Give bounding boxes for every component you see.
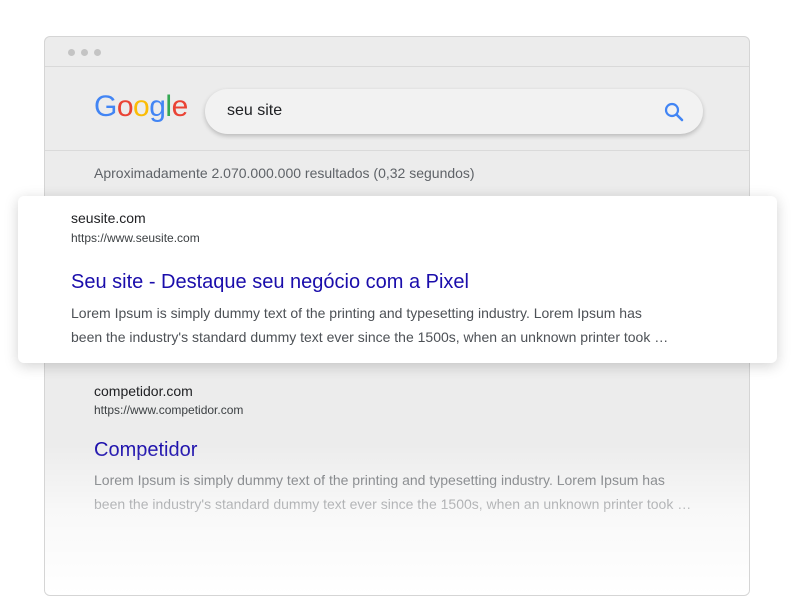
result-snippet: Lorem Ipsum is simply dummy text of the … (71, 301, 731, 349)
search-icon[interactable] (663, 101, 685, 123)
logo-letter-2: o (116, 90, 134, 123)
snippet-line: been the industry's standard dummy text … (71, 329, 669, 345)
result-title-link[interactable]: Seu site - Destaque seu negócio com a Pi… (71, 271, 469, 294)
result-snippet: Lorem Ipsum is simply dummy text of the … (94, 468, 714, 516)
header-divider (45, 150, 749, 151)
snippet-line: Lorem Ipsum is simply dummy text of the … (94, 472, 665, 488)
results-stats: Aproximadamente 2.070.000.000 resultados… (94, 165, 475, 181)
result-url[interactable]: https://www.seusite.com (71, 231, 200, 245)
search-input[interactable]: seu site (227, 102, 282, 120)
result-site-name[interactable]: seusite.com (71, 210, 146, 226)
logo-letter-4: g (149, 90, 166, 123)
window-dot-2[interactable] (81, 49, 88, 56)
window-dot-3[interactable] (94, 49, 101, 56)
snippet-line: been the industry's standard dummy text … (94, 496, 692, 512)
window-dot-1[interactable] (68, 49, 75, 56)
result-site-name[interactable]: competidor.com (94, 383, 193, 399)
search-result-highlighted[interactable]: seusite.com https://www.seusite.com Seu … (18, 196, 777, 363)
result-url[interactable]: https://www.competidor.com (94, 403, 243, 417)
result-title-link[interactable]: Competidor (94, 439, 197, 462)
browser-titlebar (45, 37, 749, 67)
logo-letter-6: e (171, 90, 189, 123)
google-logo[interactable]: Google (94, 90, 188, 124)
logo-letter-3: o (133, 90, 150, 123)
snippet-line: Lorem Ipsum is simply dummy text of the … (71, 305, 642, 321)
logo-letter-1: G (94, 90, 117, 123)
search-bar[interactable]: seu site (205, 89, 703, 134)
